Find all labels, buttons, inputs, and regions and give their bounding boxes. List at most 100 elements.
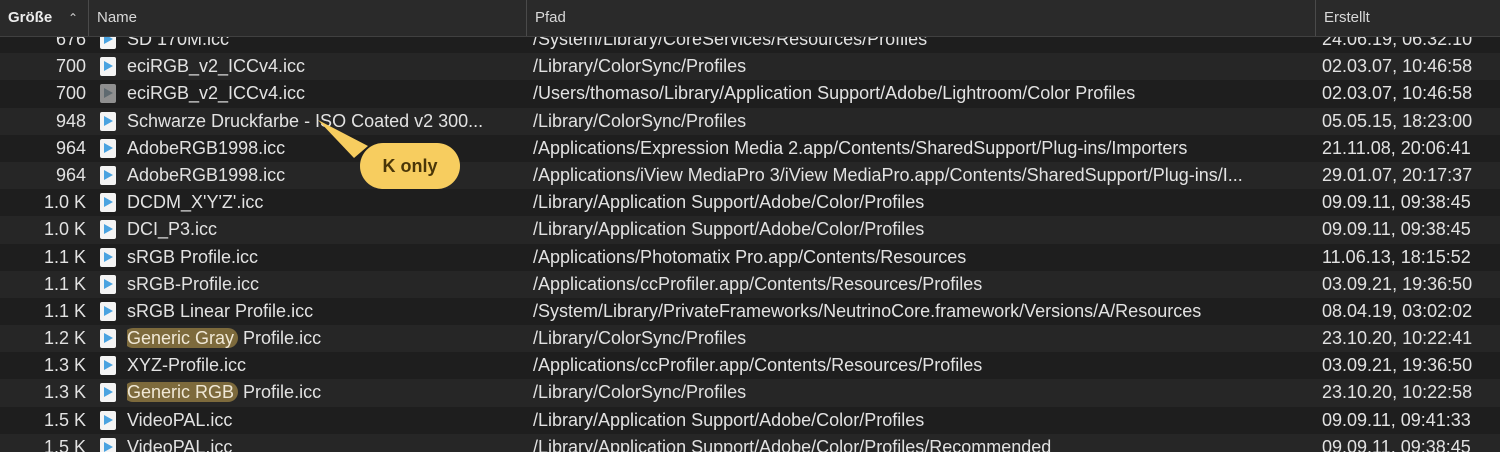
file-name: sRGB Profile.icc	[127, 246, 259, 267]
file-size: 948	[55, 110, 86, 131]
table-row[interactable]: 1.2 K Generic Gray Profile.icc/Library/Co…	[0, 325, 1500, 353]
file-size: 700	[55, 56, 86, 77]
created-date: 09.09.11, 09:38:45	[1322, 436, 1471, 452]
table-row[interactable]: 1.0 K DCI_P3.icc/Library/Application Supp…	[0, 216, 1500, 244]
file-size: 1.5 K	[43, 409, 86, 430]
file-icon-cell	[100, 298, 120, 325]
column-header-size[interactable]: Größe ⌃	[0, 0, 88, 36]
table-row[interactable]: 1.5 K VideoPAL.icc/Library/Application Su…	[0, 433, 1500, 452]
created-date: 11.06.13, 18:15:52	[1322, 246, 1471, 267]
file-size: 1.1 K	[43, 300, 86, 321]
table-row[interactable]: 1.1 K sRGB Profile.icc/Applications/Photo…	[0, 244, 1500, 271]
file-path: /Library/ColorSync/Profiles	[533, 110, 747, 131]
created-date: 02.03.07, 10:46:58	[1322, 83, 1473, 104]
file-path: /Library/ColorSync/Profiles	[533, 328, 747, 349]
file-path: /Users/thomaso/Library/Application Suppo…	[533, 83, 1136, 104]
file-path: /Library/Application Support/Adobe/Color…	[533, 192, 925, 213]
color-profile-icon	[100, 57, 116, 77]
table-row[interactable]: 1.5 K VideoPAL.icc/Library/Application Su…	[0, 407, 1500, 434]
file-size: 1.1 K	[43, 246, 86, 267]
created-date: 29.01.07, 20:17:37	[1322, 164, 1473, 185]
file-path: /System/Library/PrivateFrameworks/Neutri…	[533, 300, 1202, 321]
column-header-size-label: Größe	[8, 9, 53, 26]
name-highlight: Generic Gray	[127, 328, 239, 349]
file-size: 1.2 K	[43, 328, 86, 349]
table-row[interactable]: 964 AdobeRGB1998.icc/Applications/Express…	[0, 135, 1500, 162]
created-date: 03.09.21, 19:36:50	[1322, 273, 1473, 294]
file-name: VideoPAL.icc	[127, 409, 233, 430]
table-row[interactable]: 1.0 K DCDM_X'Y'Z'.icc/Library/Application…	[0, 189, 1500, 216]
file-icon-cell	[100, 108, 120, 135]
file-icon-cell	[100, 244, 120, 271]
file-path: /Library/ColorSync/Profiles	[533, 382, 747, 403]
file-icon-cell	[100, 189, 120, 216]
file-icon-cell	[100, 80, 120, 107]
table-row[interactable]: 700 eciRGB_v2_ICCv4.icc/Library/ColorSync…	[0, 53, 1500, 81]
color-profile-icon	[100, 410, 116, 430]
file-size: 1.1 K	[43, 273, 86, 294]
color-profile-icon	[100, 247, 116, 267]
color-profile-icon	[100, 165, 116, 185]
file-icon-cell	[100, 325, 120, 352]
color-profile-icon	[100, 138, 116, 158]
file-name: eciRGB_v2_ICCv4.icc	[127, 83, 306, 104]
file-path: /Library/Application Support/Adobe/Color…	[533, 409, 925, 430]
file-name: sRGB-Profile.icc	[127, 273, 260, 294]
file-name: XYZ-Profile.icc	[127, 355, 247, 376]
created-date: 09.09.11, 09:38:45	[1322, 192, 1471, 213]
name-highlight: Generic RGB	[127, 382, 239, 403]
name-rest: Profile.icc	[238, 328, 322, 349]
sort-ascending-icon[interactable]: ⌃	[68, 0, 78, 36]
file-name: AdobeRGB1998.icc	[127, 164, 286, 185]
table-row[interactable]: 1.3 K Generic RGB Profile.icc/Library/Col…	[0, 379, 1500, 407]
file-path: /Applications/ccProfiler.app/Contents/Re…	[533, 355, 983, 376]
file-icon-cell	[100, 135, 120, 162]
file-icon-cell	[100, 434, 120, 452]
file-path: /Applications/ccProfiler.app/Contents/Re…	[533, 273, 983, 294]
column-header-created[interactable]: Erstellt	[1315, 0, 1500, 36]
file-list-table: Größe ⌃ Name Pfad Erstellt 676 SD 170M.ic…	[0, 0, 1500, 452]
file-path: /Applications/Photomatix Pro.app/Content…	[533, 246, 967, 267]
file-path: /Library/Application Support/Adobe/Color…	[533, 219, 925, 240]
file-name: DCI_P3.icc	[127, 219, 218, 240]
file-name: Generic RGB Profile.icc	[127, 379, 522, 406]
color-profile-icon	[100, 274, 116, 294]
table-row[interactable]: 1.1 K sRGB Linear Profile.icc/System/Libr…	[0, 298, 1500, 325]
file-path: /Applications/Expression Media 2.app/Con…	[533, 137, 1188, 158]
file-name: DCDM_X'Y'Z'.icc	[127, 192, 264, 213]
created-date: 09.09.11, 09:38:45	[1322, 219, 1471, 240]
file-size: 1.3 K	[43, 355, 86, 376]
file-icon-cell	[100, 271, 120, 298]
file-size: 700	[55, 83, 86, 104]
table-row[interactable]: 964 AdobeRGB1998.icc/Applications/iView M…	[0, 161, 1500, 190]
file-icon-cell	[100, 379, 120, 406]
annotation-callout: K only	[360, 143, 460, 189]
file-size: 1.3 K	[43, 382, 86, 403]
created-date: 23.10.20, 10:22:41	[1322, 328, 1473, 349]
file-name: sRGB Linear Profile.icc	[127, 300, 314, 321]
column-header-name[interactable]: Name	[88, 0, 528, 36]
file-size: 964	[55, 164, 86, 185]
name-rest: Profile.icc	[238, 382, 322, 403]
created-date: 09.09.11, 09:41:33	[1322, 409, 1471, 430]
created-date: 21.11.08, 20:06:41	[1322, 137, 1471, 158]
table-row[interactable]: 948 Schwarze Druckfarbe - ISO Coated v2 3…	[0, 107, 1500, 135]
table-row[interactable]: 1.1 K sRGB-Profile.icc/Applications/ccPro…	[0, 270, 1500, 298]
table-row[interactable]: 700 eciRGB_v2_ICCv4.icc/Users/thomaso/Lib…	[0, 80, 1500, 107]
file-path: /Applications/iView MediaPro 3/iView Med…	[533, 164, 1243, 185]
color-profile-icon	[100, 111, 116, 131]
created-date: 23.10.20, 10:22:58	[1322, 382, 1473, 403]
file-icon-cell	[100, 352, 120, 379]
column-header-path[interactable]: Pfad	[526, 0, 1316, 36]
file-size: 964	[55, 137, 86, 158]
created-date: 08.04.19, 03:02:02	[1322, 300, 1473, 321]
color-profile-gray-icon	[100, 84, 116, 104]
file-size: 1.0 K	[43, 219, 86, 240]
table-row[interactable]: 1.3 K XYZ-Profile.icc/Applications/ccProf…	[0, 352, 1500, 379]
file-size: 1.0 K	[43, 192, 86, 213]
created-date: 05.05.15, 18:23:00	[1322, 110, 1473, 131]
file-name: Generic Gray Profile.icc	[127, 325, 522, 352]
file-icon-cell	[100, 216, 120, 243]
table-header: Größe ⌃ Name Pfad Erstellt	[0, 0, 1500, 37]
file-icon-cell	[100, 407, 120, 434]
